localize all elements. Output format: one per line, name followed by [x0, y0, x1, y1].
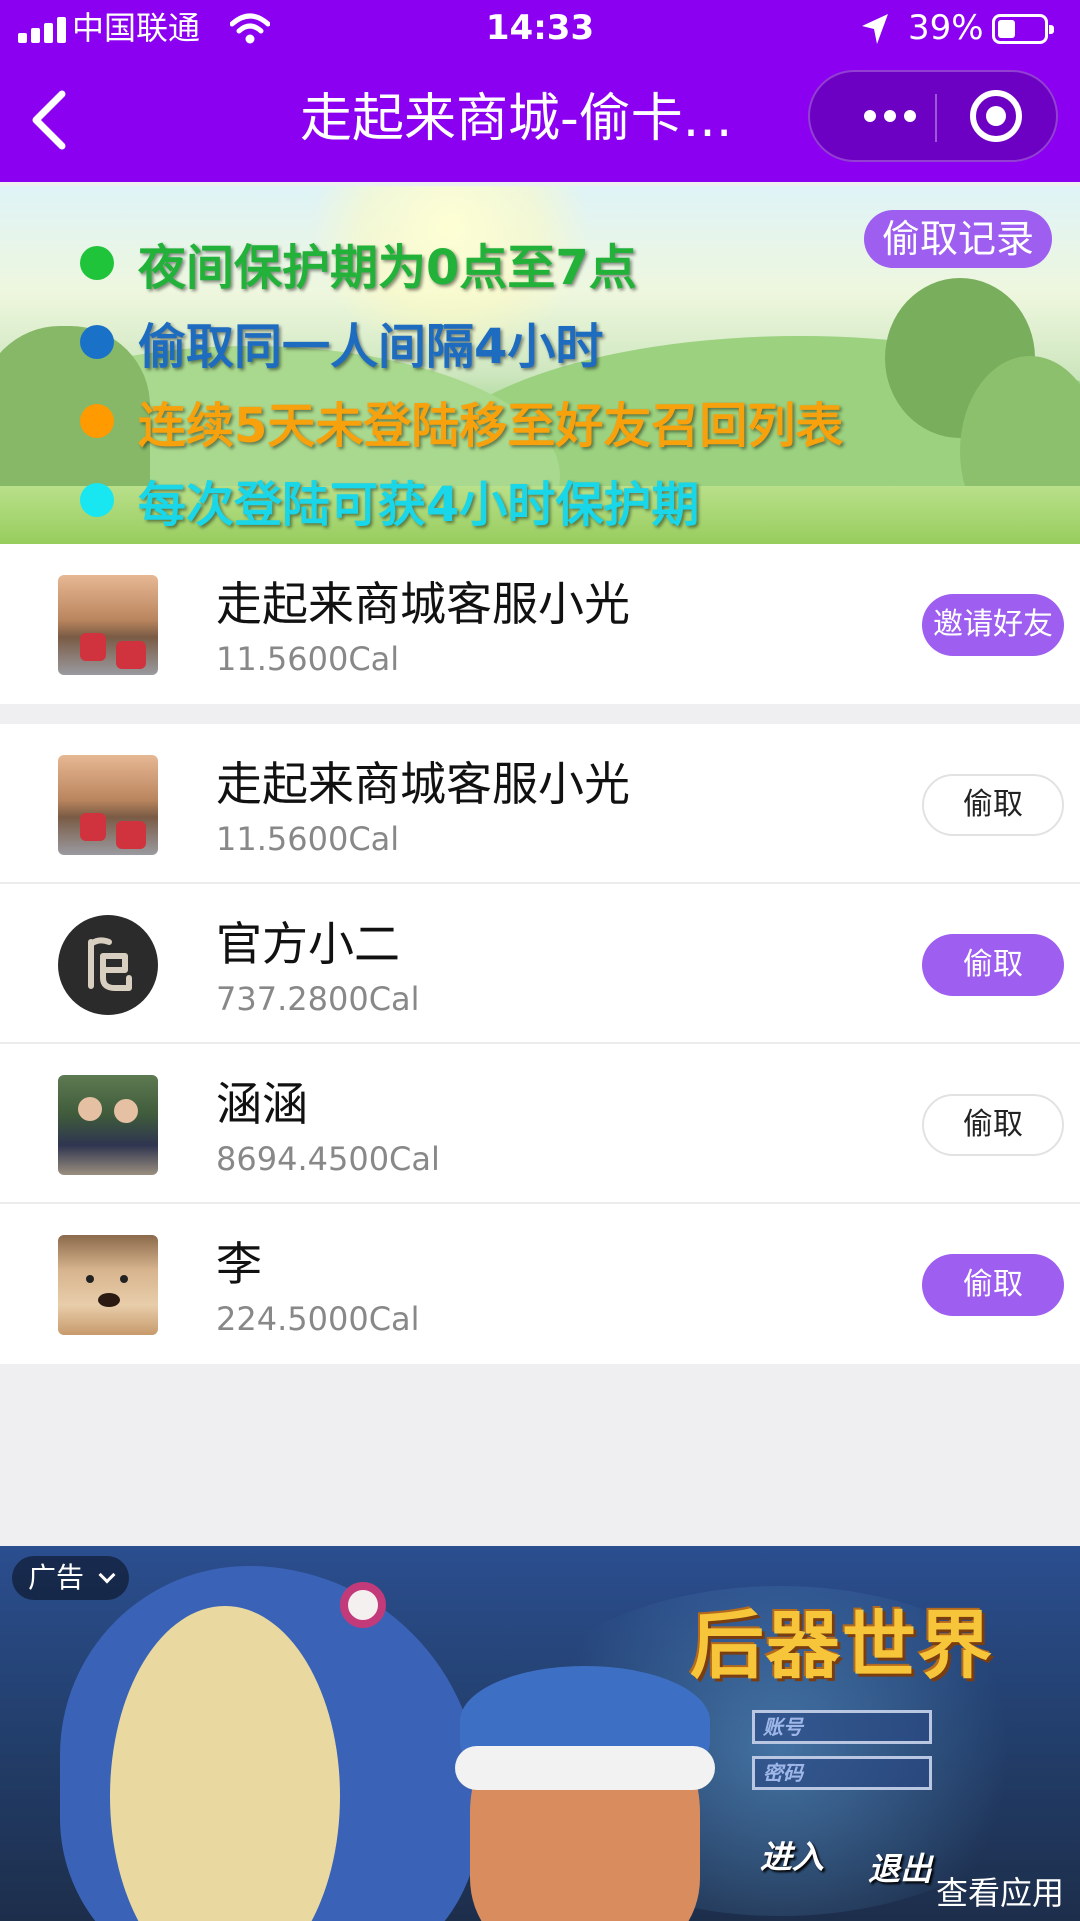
list-item: 涵涵 8694.4500Cal 偷取: [0, 1044, 1080, 1204]
list-item: 走起来商城客服小光 11.5600Cal 偷取: [0, 724, 1080, 884]
calorie-value: 737.2800Cal: [216, 980, 420, 1018]
list-item: 李 224.5000Cal 偷取: [0, 1204, 1080, 1364]
invite-friends-button[interactable]: 邀请好友: [922, 594, 1064, 656]
friend-name: 走起来商城客服小光: [216, 757, 630, 811]
steal-button[interactable]: 偷取: [922, 1254, 1064, 1316]
bullet-dot: [80, 325, 114, 359]
battery-icon: [992, 14, 1054, 44]
chevron-down-icon: [98, 1566, 116, 1584]
rule-item: 偷取同一人间隔4小时: [80, 310, 604, 375]
more-dots-icon[interactable]: [845, 72, 935, 160]
ad-tag[interactable]: 广告: [12, 1556, 129, 1600]
rule-text: 偷取同一人间隔4小时: [138, 319, 604, 375]
avatar: [58, 575, 158, 675]
ad-tag-label: 广告: [28, 1561, 85, 1594]
ad-enter-label: 进入: [760, 1838, 825, 1876]
rule-text: 夜间保护期为0点至7点: [138, 240, 637, 296]
rule-item: 每次登陆可获4小时保护期: [80, 468, 700, 533]
game-logo: 后器世界: [690, 1603, 994, 1689]
avatar: [58, 1075, 158, 1175]
avatar: [58, 1235, 158, 1335]
bullet-dot: [80, 404, 114, 438]
friend-name: 官方小二: [216, 917, 400, 971]
ad-exit-label: 退出: [868, 1850, 933, 1888]
friend-name: 李: [216, 1237, 262, 1291]
steal-record-button[interactable]: 偷取记录: [864, 210, 1052, 268]
coin-logo-icon: [88, 937, 132, 991]
bullet-dot: [80, 246, 114, 280]
calorie-value: 8694.4500Cal: [216, 1140, 440, 1178]
ad-dinosaur-eye: [340, 1582, 386, 1628]
target-close-icon[interactable]: [970, 90, 1022, 142]
capsule-divider: [935, 94, 937, 142]
ad-banner[interactable]: 后器世界 账号 密码 进入 退出 广告 查看应用: [0, 1546, 1080, 1921]
mini-program-capsule: [808, 70, 1058, 162]
calorie-value: 11.5600Cal: [216, 820, 400, 858]
friend-list: 走起来商城客服小光 11.5600Cal 偷取 官方小二 737.2800Cal…: [0, 724, 1080, 1364]
calorie-value: 224.5000Cal: [216, 1300, 420, 1338]
nav-bar: 走起来商城-偷卡...: [0, 60, 1080, 182]
status-bar: 中国联通 14:33 39%: [0, 0, 1080, 60]
page-title: 走起来商城-偷卡...: [300, 89, 733, 149]
avatar: [58, 915, 158, 1015]
steal-button[interactable]: 偷取: [922, 934, 1064, 996]
ad-password-field: 密码: [752, 1756, 932, 1790]
ad-account-field: 账号: [752, 1710, 932, 1744]
calorie-value: 11.5600Cal: [216, 640, 400, 678]
user-name: 走起来商城客服小光: [216, 577, 630, 631]
avatar: [58, 755, 158, 855]
steal-button[interactable]: 偷取: [922, 774, 1064, 836]
my-card: 走起来商城客服小光 11.5600Cal 邀请好友: [0, 544, 1080, 704]
top-bar: 中国联通 14:33 39% 走起来商城-偷卡...: [0, 0, 1080, 182]
bullet-dot: [80, 483, 114, 517]
location-arrow-icon: [862, 14, 888, 44]
battery-percent: 39%: [908, 8, 984, 48]
my-row: 走起来商城客服小光 11.5600Cal 邀请好友: [0, 544, 1080, 704]
back-button[interactable]: [18, 84, 88, 154]
list-item: 官方小二 737.2800Cal 偷取: [0, 884, 1080, 1044]
view-app-link[interactable]: 查看应用: [936, 1873, 1064, 1913]
rules-banner: 偷取记录 夜间保护期为0点至7点 偷取同一人间隔4小时 连续5天未登陆移至好友召…: [0, 186, 1080, 544]
rule-item: 夜间保护期为0点至7点: [80, 231, 637, 296]
friend-name: 涵涵: [216, 1077, 308, 1131]
rule-text: 连续5天未登陆移至好友召回列表: [138, 398, 844, 454]
rule-text: 每次登陆可获4小时保护期: [138, 477, 700, 533]
rule-item: 连续5天未登陆移至好友召回列表: [80, 389, 844, 454]
ad-character-hat-fur: [455, 1746, 715, 1790]
steal-button[interactable]: 偷取: [922, 1094, 1064, 1156]
